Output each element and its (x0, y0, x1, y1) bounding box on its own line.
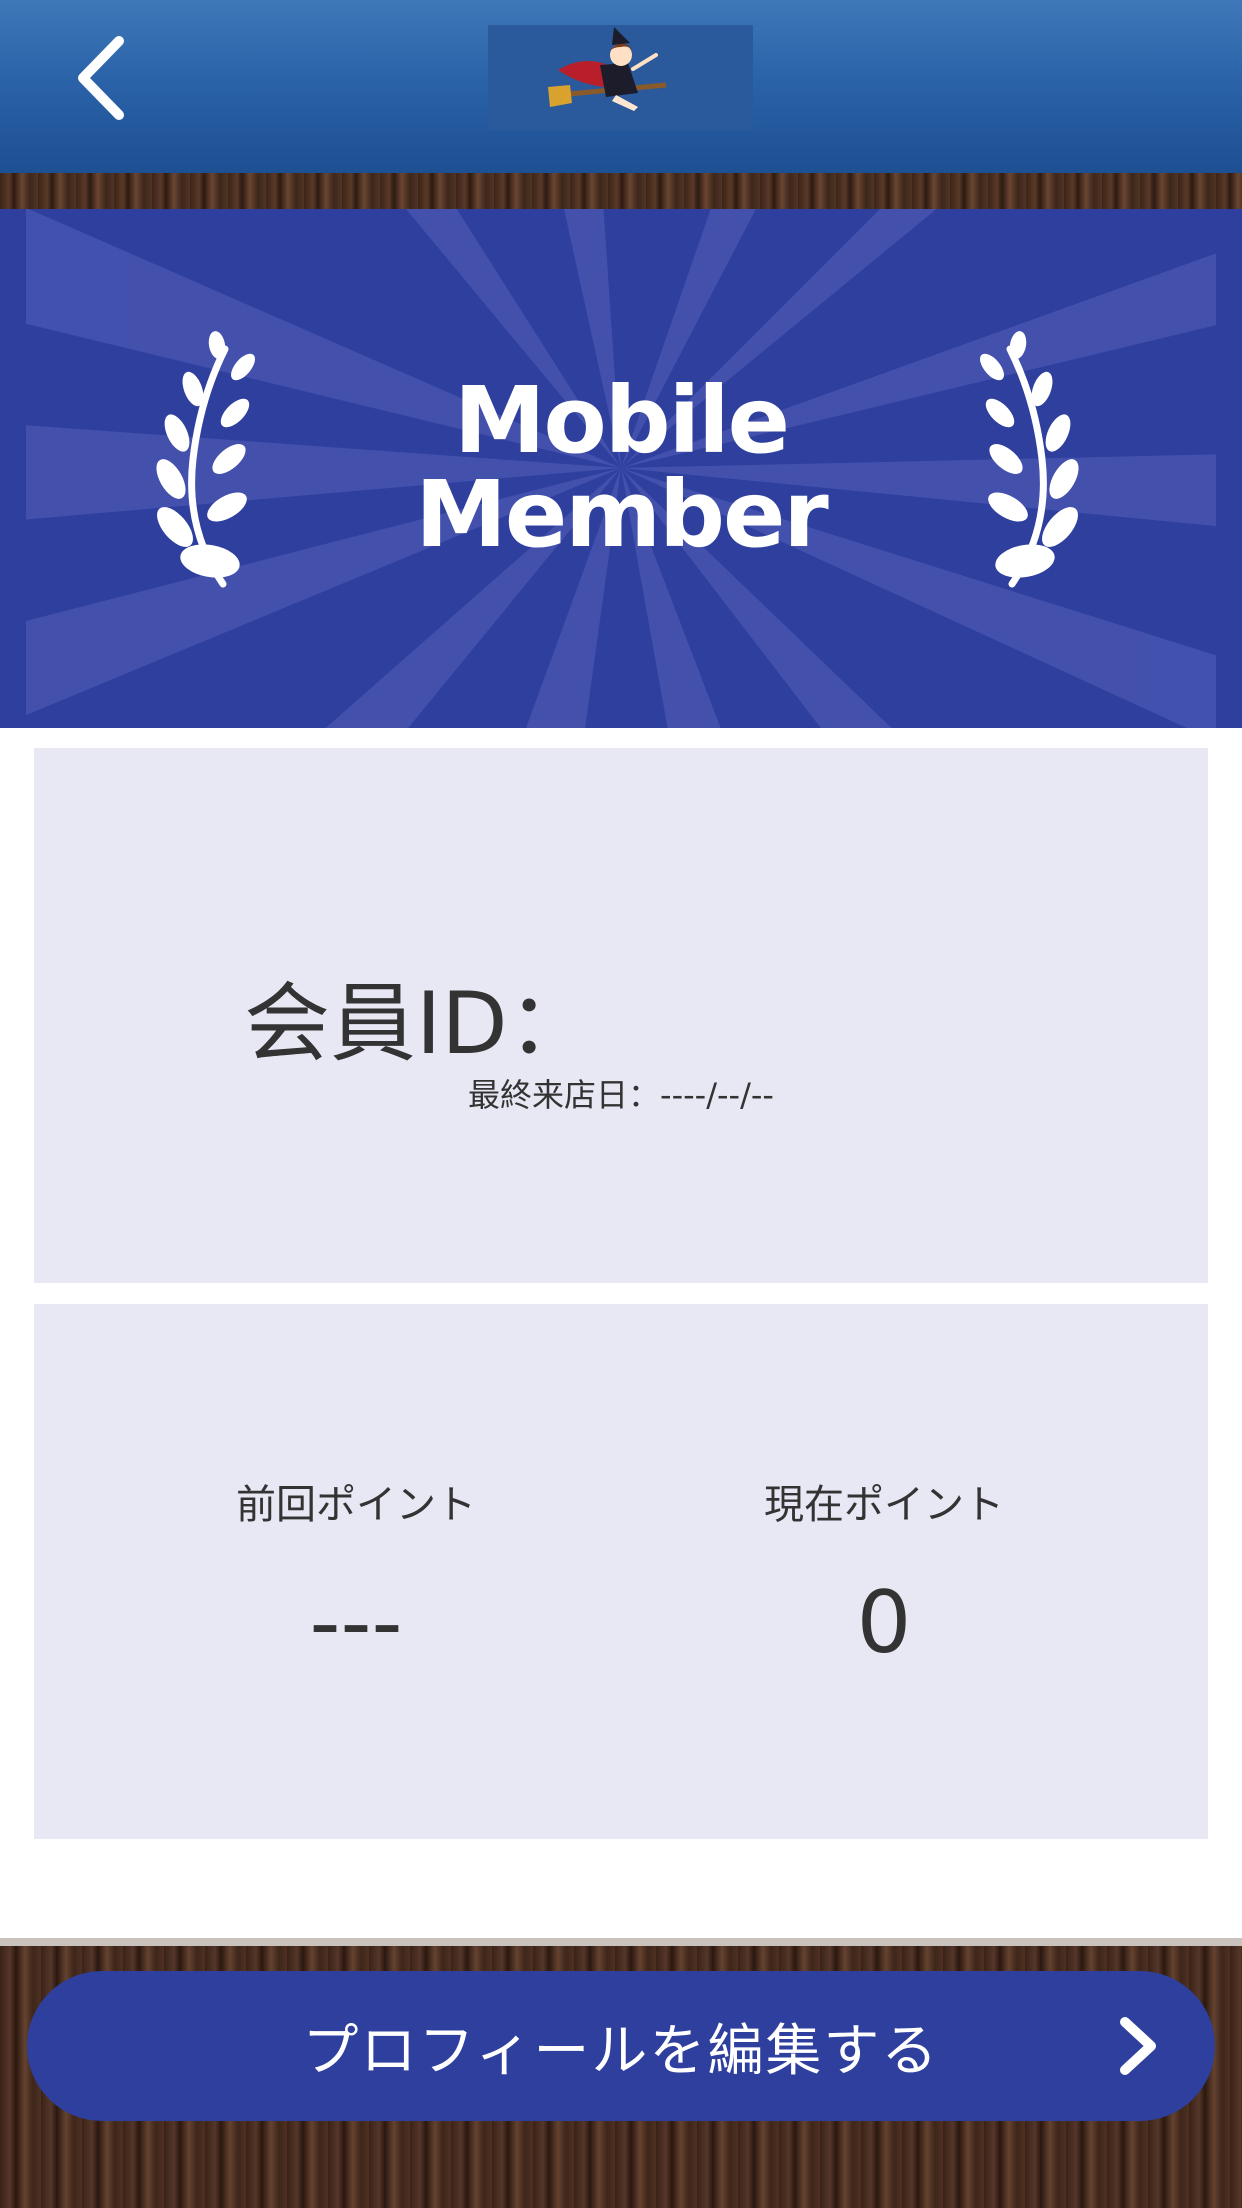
back-button[interactable] (58, 28, 148, 128)
laurel-right-icon (980, 331, 1079, 588)
previous-points-label: 前回ポイント (236, 1482, 476, 1528)
edit-profile-label: プロフィールを編集する (302, 2018, 940, 2084)
mobile-member-screen: Mobile Member 会員ID： 最終来店日：----/--/-- 前回ポ… (0, 0, 1242, 2208)
wood-strip-top (0, 173, 1242, 209)
logo (488, 25, 753, 130)
chevron-left-icon (78, 36, 124, 120)
last-visit-date: 最終来店日：----/--/-- (468, 1076, 774, 1114)
edit-profile-button[interactable]: プロフィールを編集する (27, 1971, 1215, 2121)
points-card: 前回ポイント --- 現在ポイント 0 (34, 1304, 1208, 1839)
app-header (0, 0, 1242, 173)
current-points-value: 0 (856, 1573, 912, 1673)
previous-points-value: --- (309, 1573, 403, 1673)
member-banner: Mobile Member (0, 209, 1242, 728)
current-points: 現在ポイント 0 (624, 1472, 1144, 1668)
witch-on-broom-logo (548, 27, 667, 111)
previous-points: 前回ポイント --- (96, 1472, 616, 1668)
footer-divider (0, 1938, 1242, 1946)
member-info-card: 会員ID： 最終来店日：----/--/-- (34, 748, 1208, 1283)
chevron-right-icon (1120, 2017, 1156, 2075)
member-id-label: 会員ID： (244, 974, 594, 1074)
current-points-label: 現在ポイント (764, 1482, 1004, 1528)
